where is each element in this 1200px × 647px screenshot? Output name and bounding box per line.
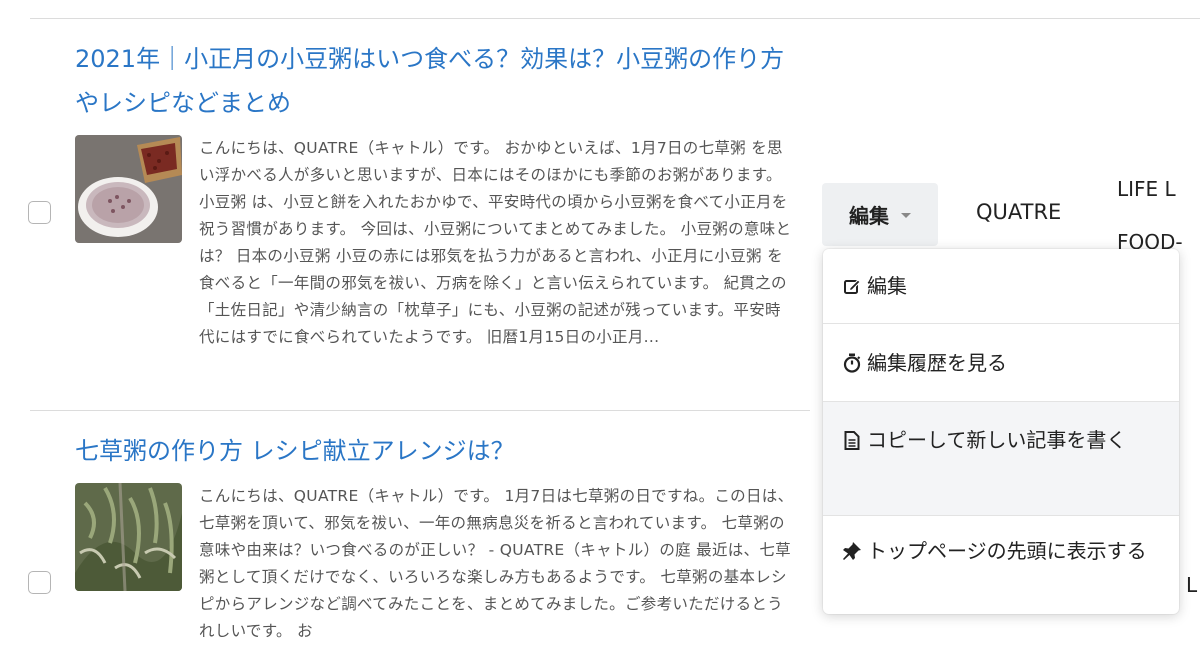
menu-divider [823, 323, 1179, 324]
edit-button-label: 編集 [849, 204, 889, 228]
caret-down-icon [901, 213, 911, 218]
document-icon [841, 429, 863, 451]
menu-item-label: 編集 [867, 274, 907, 298]
menu-item-history[interactable]: 編集履歴を見る [823, 346, 1179, 380]
article-title-link[interactable]: 2021年｜小正月の小豆粥はいつ食べる？効果は？小豆粥の作り方やレシピなどまとめ [75, 37, 790, 125]
menu-item-label: 編集履歴を見る [867, 351, 1007, 375]
menu-item-label: コピーして新しい記事を書く [867, 428, 1127, 452]
menu-item-edit[interactable]: 編集 [823, 269, 1179, 303]
stopwatch-icon [841, 352, 863, 374]
category-list: L [1186, 573, 1198, 597]
article-excerpt: こんにちは、QUATRE（キャトル）です。 おかゆといえば、1月7日の七草粥 を… [199, 139, 792, 346]
menu-divider [823, 515, 1179, 516]
menu-item-copy-new[interactable]: コピーして新しい記事を書く [823, 423, 1179, 495]
article-thumbnail-azuki-porridge[interactable] [75, 135, 182, 243]
article-select-checkbox[interactable] [28, 201, 51, 224]
article-divider [30, 410, 810, 411]
category-list: LIFE L [1117, 177, 1176, 201]
article-thumbnail-nanakusa[interactable] [75, 483, 182, 591]
author-name: QUATRE [976, 200, 1062, 224]
edit-icon [841, 275, 863, 297]
edit-dropdown-button[interactable]: 編集 [822, 183, 938, 246]
article-excerpt: こんにちは、QUATRE（キャトル）です。 1月7日は七草粥の日ですね。この日は… [199, 487, 794, 640]
top-divider [30, 18, 1200, 19]
edit-dropdown-menu: 編集 編集履歴を見る コピーして新しい記事を書く トップページの先頭に表示する [823, 249, 1179, 614]
menu-item-label: トップページの先頭に表示する [867, 539, 1147, 563]
menu-item-pin-top[interactable]: トップページの先頭に表示する [823, 534, 1179, 606]
pin-icon [841, 540, 863, 562]
article-select-checkbox[interactable] [28, 571, 51, 594]
article-title-link[interactable]: 七草粥の作り方 レシピ献立アレンジは？ [75, 429, 790, 473]
